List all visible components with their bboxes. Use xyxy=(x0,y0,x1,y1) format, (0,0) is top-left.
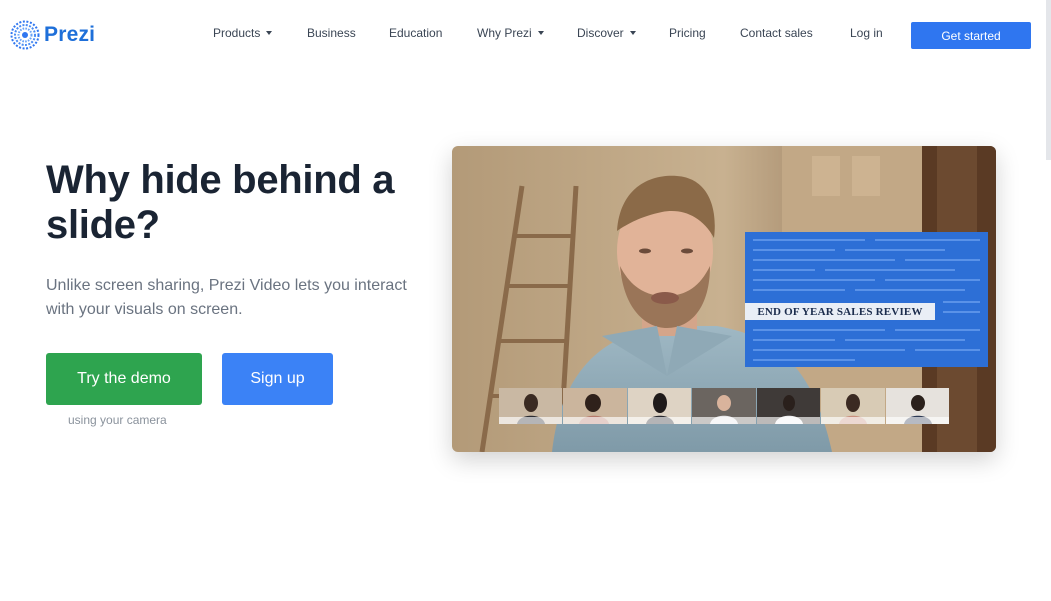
participant-tile[interactable] xyxy=(692,388,756,424)
logo-text: Prezi xyxy=(44,23,96,46)
nav-item-label: Discover xyxy=(577,26,624,40)
participant-label xyxy=(627,417,692,424)
nav-item-why-prezi[interactable]: Why Prezi xyxy=(477,26,544,40)
nav-item-education[interactable]: Education xyxy=(389,26,442,40)
slide-title: END OF YEAR SALES REVIEW xyxy=(745,303,935,320)
chevron-down-icon xyxy=(629,31,636,35)
get-started-button[interactable]: Get started xyxy=(911,22,1031,49)
participant-label xyxy=(821,417,885,424)
nav-item-log-in[interactable]: Log in xyxy=(850,26,883,40)
nav-item-label: Log in xyxy=(850,26,883,40)
nav-item-pricing[interactable]: Pricing xyxy=(669,26,706,40)
participant-strip xyxy=(499,388,949,424)
nav-item-contact-sales[interactable]: Contact sales xyxy=(740,26,813,40)
participant-label xyxy=(885,417,949,424)
nav-item-products[interactable]: Products xyxy=(213,26,273,40)
video-preview[interactable]: END OF YEAR SALES REVIEW xyxy=(452,146,996,452)
chevron-down-icon xyxy=(266,31,273,35)
nav-item-label: Pricing xyxy=(669,26,706,40)
nav-item-label: Education xyxy=(389,26,443,40)
nav-item-discover[interactable]: Discover xyxy=(577,26,636,40)
participant-label xyxy=(563,417,627,424)
nav-item-label: Contact sales xyxy=(740,26,813,40)
prezi-logo-icon xyxy=(10,20,40,50)
nav-item-label: Why Prezi xyxy=(477,26,532,40)
presentation-slide-overlay[interactable]: END OF YEAR SALES REVIEW xyxy=(745,232,988,367)
participant-tile[interactable] xyxy=(563,388,627,424)
participant-tile[interactable] xyxy=(885,388,949,424)
try-demo-button[interactable]: Try the demo xyxy=(46,353,202,405)
participant-label xyxy=(499,417,563,424)
participant-tile[interactable] xyxy=(756,388,821,424)
chevron-down-icon xyxy=(537,31,544,35)
scrollbar-thumb[interactable] xyxy=(1046,0,1051,160)
participant-tile[interactable] xyxy=(821,388,885,424)
participant-tile[interactable] xyxy=(499,388,563,424)
top-navigation-bar: Prezi Products Business Education Why Pr… xyxy=(0,0,1051,72)
participant-tile[interactable] xyxy=(627,388,692,424)
prezi-logo[interactable]: Prezi xyxy=(10,20,95,50)
hero-subtext: Unlike screen sharing, Prezi Video lets … xyxy=(46,277,407,318)
participant-label xyxy=(692,417,756,424)
slide-lines xyxy=(753,239,980,361)
hero-headline: Why hide behind a slide? xyxy=(46,158,395,247)
sign-up-button[interactable]: Sign up xyxy=(222,353,333,405)
nav-item-label: Business xyxy=(307,26,356,40)
nav-item-business[interactable]: Business xyxy=(307,26,356,40)
participant-label xyxy=(756,417,821,424)
nav-item-label: Products xyxy=(213,26,261,40)
demo-camera-note: using your camera xyxy=(68,413,167,427)
